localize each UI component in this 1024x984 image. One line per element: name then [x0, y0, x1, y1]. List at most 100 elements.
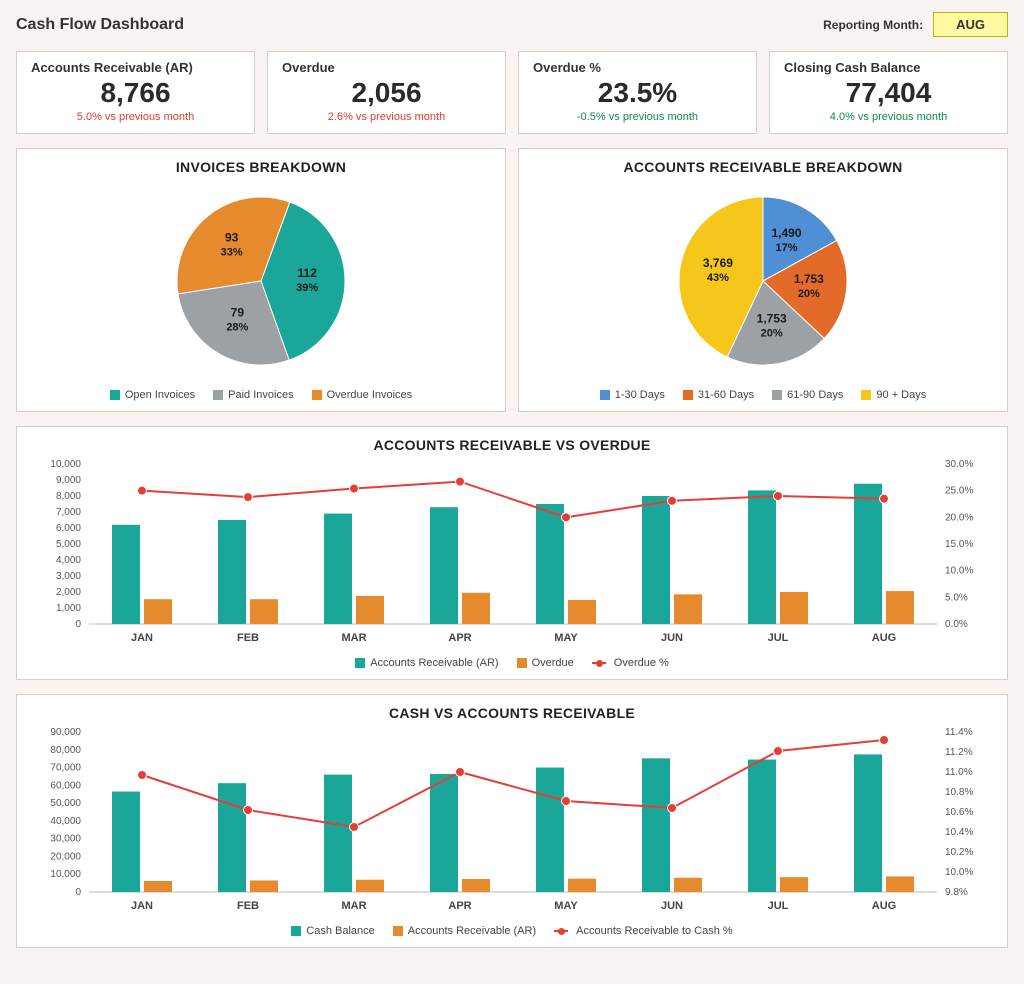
svg-text:93: 93 [225, 230, 239, 244]
reporting-month: Reporting Month: AUG [823, 12, 1008, 37]
svg-text:APR: APR [448, 632, 471, 644]
svg-text:11.0%: 11.0% [945, 767, 973, 778]
svg-text:8,000: 8,000 [56, 491, 81, 502]
svg-text:JAN: JAN [131, 632, 153, 644]
ar-breakdown-panel: ACCOUNTS RECEIVABLE BREAKDOWN 1,490 17% 1,… [518, 148, 1008, 412]
invoices-breakdown-panel: INVOICES BREAKDOWN 11239%7928%9333% Open… [16, 148, 506, 412]
kpi-row: Accounts Receivable (AR)8,7665.0% vs pre… [16, 51, 1008, 134]
ar-vs-overdue-chart: 01,0002,0003,0004,0005,0006,0007,0008,00… [29, 459, 997, 649]
svg-text:50,000: 50,000 [50, 798, 81, 809]
svg-text:9.8%: 9.8% [945, 887, 968, 898]
kpi-label: Overdue [282, 60, 491, 75]
svg-text:MAY: MAY [554, 632, 578, 644]
svg-text:60,000: 60,000 [50, 780, 81, 791]
combo2-legend: Cash BalanceAccounts Receivable (AR)Acco… [29, 925, 995, 937]
cash-vs-ar-panel: CASH VS ACCOUNTS RECEIVABLE 0 10,000 20,00… [16, 694, 1008, 948]
legend-item: 1-30 Days [600, 389, 665, 401]
svg-text:11.2%: 11.2% [945, 747, 973, 758]
svg-text:10,000: 10,000 [50, 459, 81, 470]
svg-text:10.4%: 10.4% [945, 827, 973, 838]
svg-text:0: 0 [75, 619, 81, 630]
svg-text:MAR: MAR [341, 900, 366, 912]
svg-text:0.0%: 0.0% [945, 619, 968, 630]
svg-text:33%: 33% [221, 246, 243, 258]
combo1-title: ACCOUNTS RECEIVABLE VS OVERDUE [29, 437, 995, 453]
svg-text:JUN: JUN [661, 900, 683, 912]
svg-text:20%: 20% [798, 288, 820, 300]
invoices-pie-legend: Open InvoicesPaid InvoicesOverdue Invoic… [27, 389, 495, 401]
svg-text:20%: 20% [761, 327, 783, 339]
combo1-legend: Accounts Receivable (AR) Overdue Overdue % [29, 657, 995, 669]
page-title: Cash Flow Dashboard [16, 16, 184, 34]
kpi-card: Overdue %23.5%-0.5% vs previous month [518, 51, 757, 134]
svg-text:MAY: MAY [554, 900, 578, 912]
svg-text:MAR: MAR [341, 632, 366, 644]
legend-item: Accounts Receivable (AR) [355, 657, 498, 669]
kpi-change: 2.6% vs previous month [282, 111, 491, 123]
svg-text:80,000: 80,000 [50, 745, 81, 756]
kpi-label: Overdue % [533, 60, 742, 75]
svg-text:112: 112 [298, 266, 318, 280]
kpi-change: -0.5% vs previous month [533, 111, 742, 123]
svg-text:17%: 17% [776, 242, 798, 254]
ar-pie-legend: 1-30 Days 31-60 Days 61-90 Days 90 + Days [529, 389, 997, 401]
svg-text:JUL: JUL [768, 900, 789, 912]
dashboard-header: Cash Flow Dashboard Reporting Month: AUG [16, 12, 1008, 37]
legend-item: Overdue [517, 657, 574, 669]
kpi-card: Closing Cash Balance 77,404 4.0% vs previo… [769, 51, 1008, 134]
svg-text:3,769: 3,769 [703, 256, 733, 270]
legend-item: 90 + Days [861, 389, 926, 401]
reporting-month-label: Reporting Month: [823, 18, 923, 32]
svg-text:30.0%: 30.0% [945, 459, 973, 470]
ar-vs-overdue-panel: ACCOUNTS RECEIVABLE VS OVERDUE 0 1,000 2,0… [16, 426, 1008, 680]
legend-item: 61-90 Days [772, 389, 843, 401]
svg-text:FEB: FEB [237, 900, 259, 912]
svg-text:40,000: 40,000 [50, 816, 81, 827]
svg-text:28%: 28% [226, 322, 248, 334]
ar-pie-title: ACCOUNTS RECEIVABLE BREAKDOWN [529, 159, 997, 175]
legend-item: Accounts Receivable (AR) [393, 925, 536, 937]
svg-text:AUG: AUG [872, 632, 896, 644]
kpi-label: Closing Cash Balance [784, 60, 993, 75]
legend-item: 31-60 Days [683, 389, 754, 401]
svg-text:0: 0 [75, 887, 81, 898]
kpi-label: Accounts Receivable (AR) [31, 60, 240, 75]
kpi-card: Overdue2,0562.6% vs previous month [267, 51, 506, 134]
svg-text:2,000: 2,000 [56, 587, 81, 598]
svg-text:20.0%: 20.0% [945, 512, 973, 523]
svg-text:5.0%: 5.0% [945, 592, 968, 603]
svg-text:90,000: 90,000 [50, 727, 81, 738]
svg-text:9,000: 9,000 [56, 475, 81, 486]
kpi-change: 4.0% vs previous month [784, 111, 993, 123]
invoices-pie-chart: 11239%7928%9333% [71, 181, 451, 381]
kpi-card: Accounts Receivable (AR)8,7665.0% vs pre… [16, 51, 255, 134]
svg-text:1,490: 1,490 [772, 226, 802, 240]
svg-text:6,000: 6,000 [56, 523, 81, 534]
svg-text:15.0%: 15.0% [945, 539, 973, 550]
svg-text:20,000: 20,000 [50, 851, 81, 862]
svg-text:JAN: JAN [131, 900, 153, 912]
svg-text:30,000: 30,000 [50, 834, 81, 845]
svg-text:10.6%: 10.6% [945, 807, 973, 818]
svg-text:10,000: 10,000 [50, 869, 81, 880]
svg-text:1,753: 1,753 [757, 311, 787, 325]
kpi-value: 77,404 [784, 77, 993, 109]
legend-item: Overdue % [592, 657, 669, 669]
legend-item: Overdue Invoices [312, 389, 413, 401]
svg-text:FEB: FEB [237, 632, 259, 644]
svg-text:AUG: AUG [872, 900, 896, 912]
reporting-month-value[interactable]: AUG [933, 12, 1008, 37]
ar-pie-chart: 1,49017%1,75320%1,75320%3,76943% [573, 181, 953, 381]
svg-text:79: 79 [231, 306, 245, 320]
svg-text:11.4%: 11.4% [945, 727, 973, 738]
kpi-value: 8,766 [31, 77, 240, 109]
svg-text:1,753: 1,753 [794, 272, 824, 286]
svg-text:10.8%: 10.8% [945, 787, 973, 798]
legend-item: Open Invoices [110, 389, 195, 401]
svg-text:70,000: 70,000 [50, 763, 81, 774]
combo2-title: CASH VS ACCOUNTS RECEIVABLE [29, 705, 995, 721]
svg-text:JUL: JUL [768, 632, 789, 644]
svg-text:1,000: 1,000 [56, 603, 81, 614]
svg-text:5,000: 5,000 [56, 539, 81, 550]
cash-vs-ar-chart: 0 10,000 20,000 30,000 40,000 50,000 60,000 70,… [29, 727, 997, 917]
